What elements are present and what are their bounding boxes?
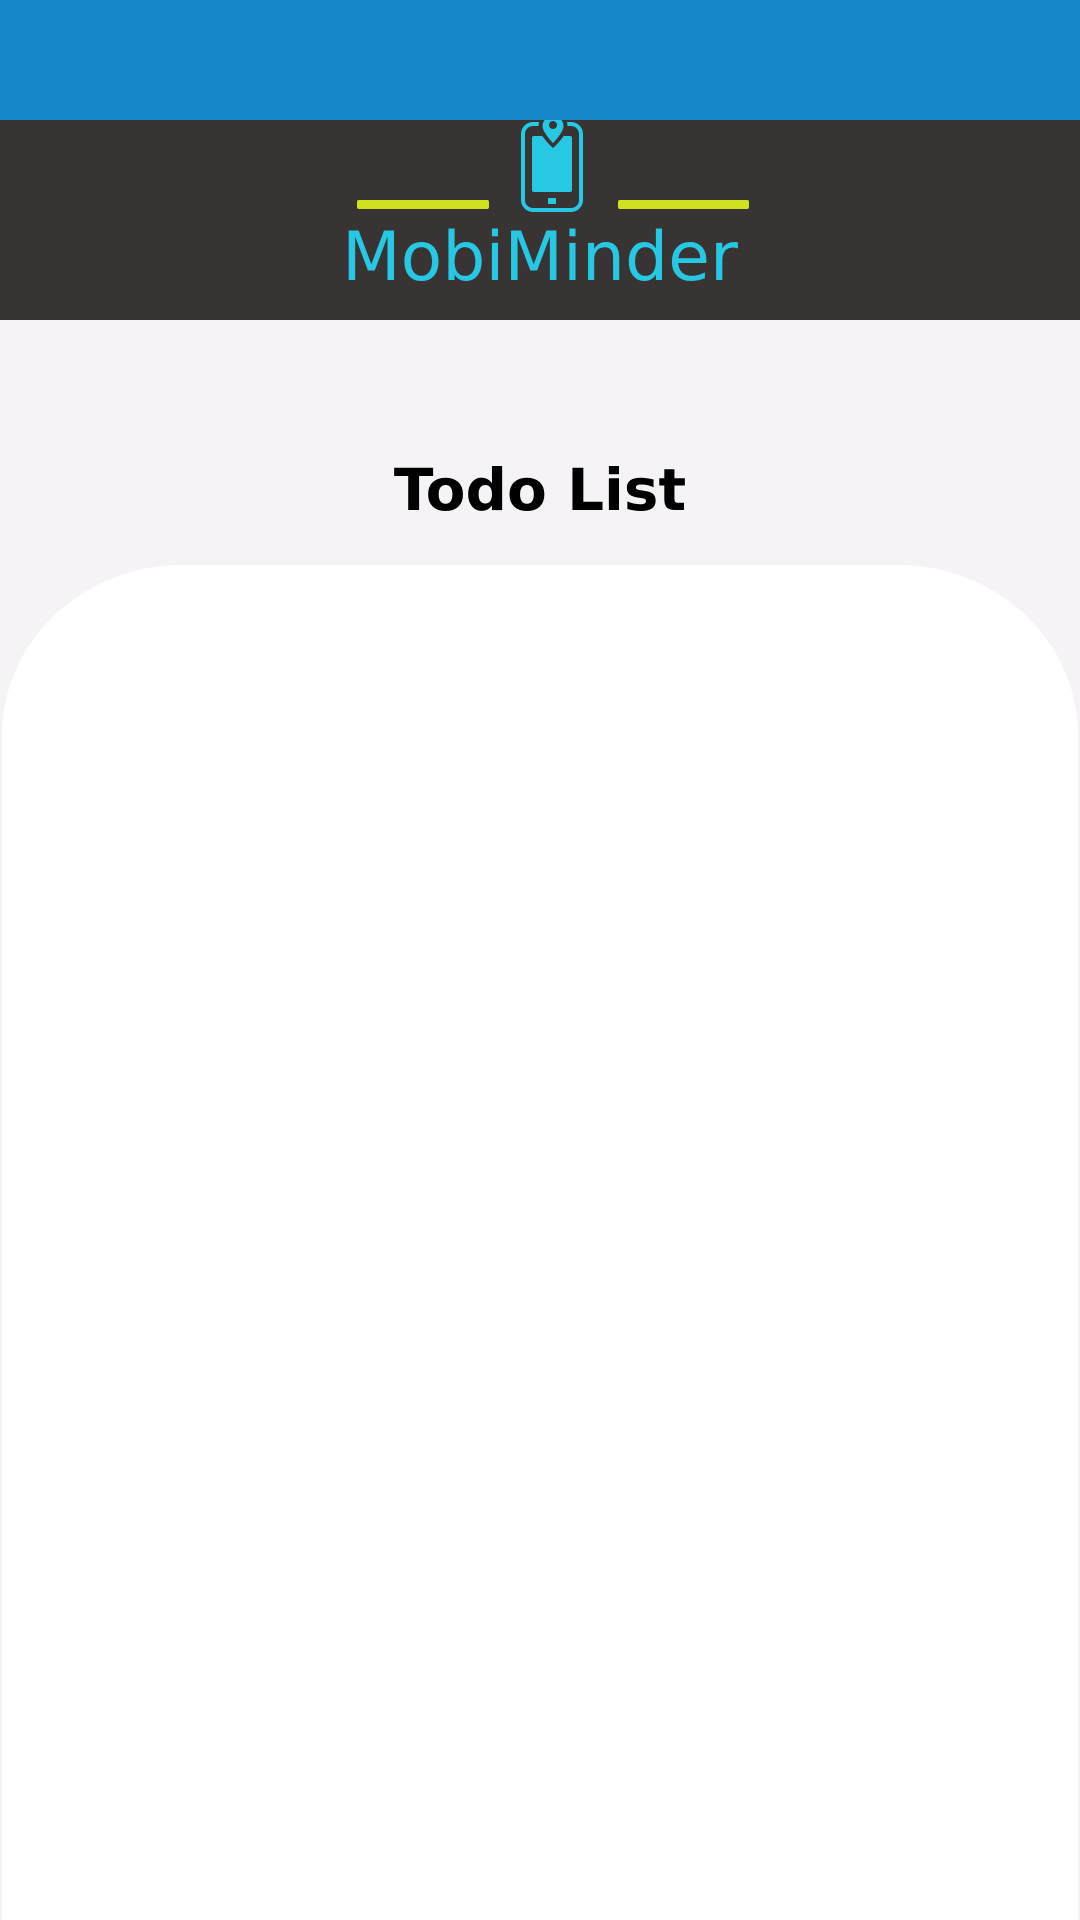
page-title: Todo List xyxy=(393,456,687,524)
app-header: MobiMinder xyxy=(0,120,1080,320)
logo-accent-line-right xyxy=(618,200,749,209)
todo-list-container[interactable] xyxy=(2,565,1078,1920)
phone-location-icon xyxy=(521,120,583,212)
brand-name: MobiMinder xyxy=(342,218,738,297)
status-bar xyxy=(0,0,1080,120)
logo-accent-line-left xyxy=(357,200,489,209)
